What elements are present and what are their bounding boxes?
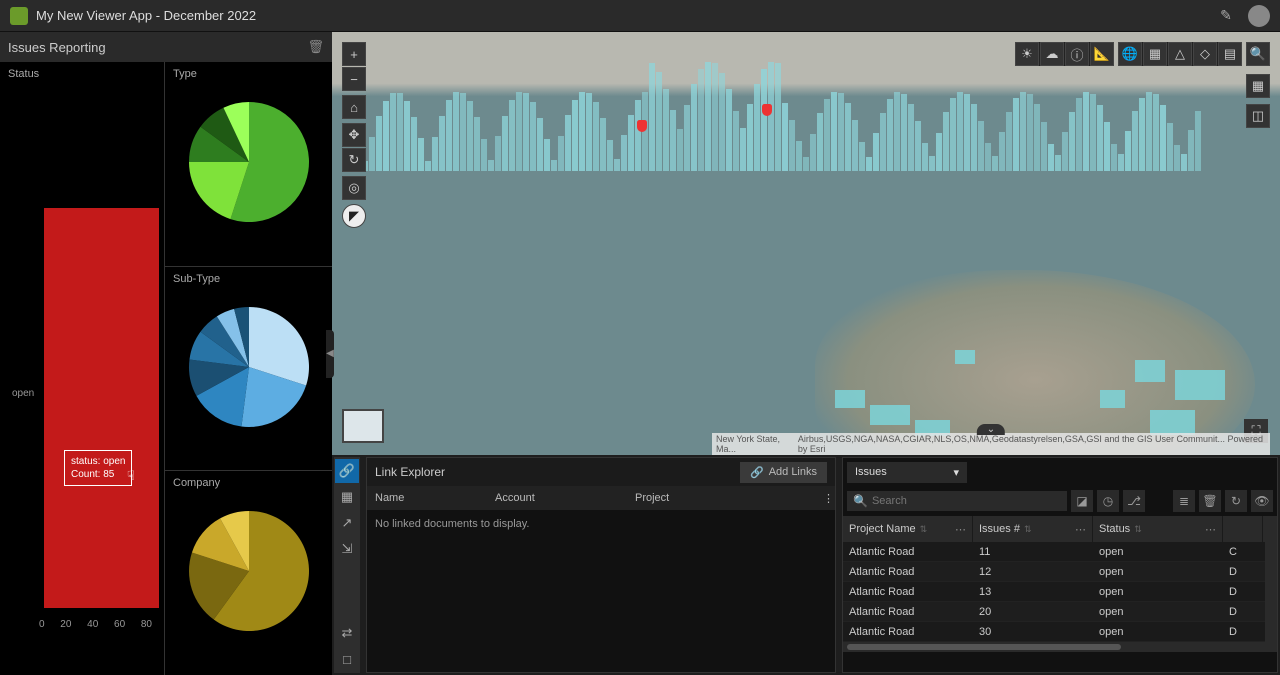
table-row[interactable]: Atlantic Road13openD [843, 582, 1265, 602]
trash-icon[interactable]: 🗑 [307, 39, 324, 55]
search-input[interactable] [872, 495, 1061, 507]
zoom-out-icon[interactable]: − [342, 67, 366, 91]
subtype-pie[interactable] [184, 302, 314, 432]
link-icon[interactable]: 🔗 [335, 459, 359, 483]
col-project[interactable]: Project [627, 492, 815, 504]
info-icon[interactable]: ⓘ [1065, 42, 1089, 66]
type-chart: Type [165, 62, 332, 267]
edit-icon[interactable]: ✎ [1214, 4, 1238, 28]
col-issues-num[interactable]: Issues #⇅⋯ [973, 516, 1093, 542]
col-name[interactable]: Name [367, 492, 487, 504]
search-input-wrap[interactable]: 🔍 [847, 491, 1067, 511]
subtype-label: Sub-Type [169, 271, 328, 287]
weather-icon[interactable]: ☁ [1040, 42, 1064, 66]
issues-panel: Issues ▾ 🔍 ◪ ◷ ⎇ ≣ 🗑 ↻ 👁 [842, 457, 1278, 673]
x-axis: 0 20 40 60 80 [39, 619, 152, 630]
status-label: Status [4, 66, 160, 82]
y-tick: open [12, 388, 34, 399]
refresh-icon[interactable]: ↻ [1225, 490, 1247, 512]
globe-icon[interactable]: 🌐 [1118, 42, 1142, 66]
company-chart: Company [165, 471, 332, 675]
rotate-icon[interactable]: ↻ [342, 148, 366, 172]
panel-header: Issues Reporting 🗑 [0, 32, 332, 62]
sun-icon[interactable]: ☀ [1015, 42, 1039, 66]
col-account[interactable]: Account [487, 492, 627, 504]
eye-icon[interactable]: 👁 [1251, 490, 1273, 512]
map-tools-right: ☀ ☁ ⓘ 📐 🌐 ▦ △ ◇ ▤ 🔍 [1015, 42, 1270, 66]
col-project-name[interactable]: Project Name⇅⋯ [843, 516, 973, 542]
zoom-in-icon[interactable]: + [342, 42, 366, 66]
filter-icon[interactable]: ◪ [1071, 490, 1093, 512]
layers-icon[interactable]: ▤ [1218, 42, 1242, 66]
link-table-header: Name Account Project ⋮ [367, 486, 835, 510]
map-viewport[interactable]: ◀ + − ⌂ ✥ ↻ ◎ ◤ ☀ ☁ ⓘ 📐 🌐 ▦ [332, 32, 1280, 675]
link-table-empty: No linked documents to display. [367, 510, 835, 672]
table-row[interactable]: Atlantic Road11openC [843, 542, 1265, 562]
path-icon[interactable]: ↗ [335, 511, 359, 535]
issues-grid: Project Name⇅⋯ Issues #⇅⋯ Status⇅⋯ [843, 516, 1277, 672]
link-explorer-title: Link Explorer [375, 465, 445, 479]
map-tools-left: + − ⌂ ✥ ↻ ◎ ◤ [342, 42, 366, 228]
avatar[interactable] [1248, 5, 1270, 27]
chevron-down-icon[interactable]: ⌄ [977, 424, 1005, 435]
compass-icon[interactable]: ◤ [342, 204, 366, 228]
target-icon[interactable]: ◎ [342, 176, 366, 200]
chevron-down-icon: ▾ [953, 466, 959, 479]
bottom-panels: 🔗 ▦ ↗ ⇲ ⇄ □ Link Explorer 🔗 Add Links Na… [332, 455, 1280, 675]
app-logo-icon [10, 7, 28, 25]
col-menu-icon[interactable]: ⋮ [815, 492, 835, 505]
settings-icon[interactable]: ⇄ [335, 621, 359, 645]
ruler-icon[interactable]: 📐 [1090, 42, 1114, 66]
stop-icon[interactable]: □ [335, 647, 359, 671]
map-marker[interactable] [637, 120, 647, 132]
issues-dropdown[interactable]: Issues ▾ [847, 462, 967, 483]
table-row[interactable]: Atlantic Road30openD [843, 622, 1265, 642]
titlebar: My New Viewer App - December 2022 ✎ [0, 0, 1280, 32]
type-label: Type [169, 66, 328, 82]
branch-icon[interactable]: ⎇ [1123, 490, 1145, 512]
minimap[interactable] [342, 409, 384, 443]
attribution-bar: ⌄ New York State, Ma... Airbus,USGS,NGA,… [712, 433, 1270, 455]
chart-tooltip: status: open Count: 85 [64, 450, 132, 486]
add-links-button[interactable]: 🔗 Add Links [740, 462, 827, 483]
bottom-toolbar: 🔗 ▦ ↗ ⇲ ⇄ □ [334, 457, 360, 673]
issues-reporting-panel: Issues Reporting 🗑 Status open status: o… [0, 32, 332, 675]
search-icon: 🔍 [853, 494, 868, 508]
share-icon[interactable]: ⇲ [335, 537, 359, 561]
home-icon[interactable]: ⌂ [342, 95, 366, 119]
h-scrollbar[interactable] [843, 642, 1265, 652]
app-title: My New Viewer App - December 2022 [36, 8, 256, 23]
panel-title: Issues Reporting [8, 40, 106, 55]
delete-icon[interactable]: 🗑 [1199, 490, 1221, 512]
company-label: Company [169, 475, 328, 491]
table-icon[interactable]: ▦ [335, 485, 359, 509]
table-row[interactable]: Atlantic Road20openD [843, 602, 1265, 622]
cursor-icon: ☟ [127, 468, 135, 484]
list-icon[interactable]: ≣ [1173, 490, 1195, 512]
type-pie[interactable] [184, 97, 314, 227]
pan-icon[interactable]: ✥ [342, 123, 366, 147]
warning-icon[interactable]: △ [1168, 42, 1192, 66]
subtype-chart: Sub-Type [165, 267, 332, 472]
clock-icon[interactable]: ◷ [1097, 490, 1119, 512]
collapse-handle-icon[interactable]: ◀ [326, 330, 334, 378]
status-chart: Status open status: open Count: 85 ☟ 0 2… [0, 62, 165, 675]
status-bar-open[interactable] [44, 208, 159, 608]
basemap-icon[interactable]: ▦ [1143, 42, 1167, 66]
map-marker[interactable] [762, 104, 772, 116]
v-scrollbar[interactable] [1265, 516, 1277, 652]
table-row[interactable]: Atlantic Road12openD [843, 562, 1265, 582]
cube-icon[interactable]: ◫ [1246, 104, 1270, 128]
grid-icon[interactable]: ▦ [1246, 74, 1270, 98]
link-explorer-panel: Link Explorer 🔗 Add Links Name Account P… [366, 457, 836, 673]
company-pie[interactable] [184, 506, 314, 636]
bookmark-icon[interactable]: ◇ [1193, 42, 1217, 66]
plus-link-icon: 🔗 [750, 466, 764, 479]
col-status[interactable]: Status⇅⋯ [1093, 516, 1223, 542]
search-icon[interactable]: 🔍 [1246, 42, 1270, 66]
